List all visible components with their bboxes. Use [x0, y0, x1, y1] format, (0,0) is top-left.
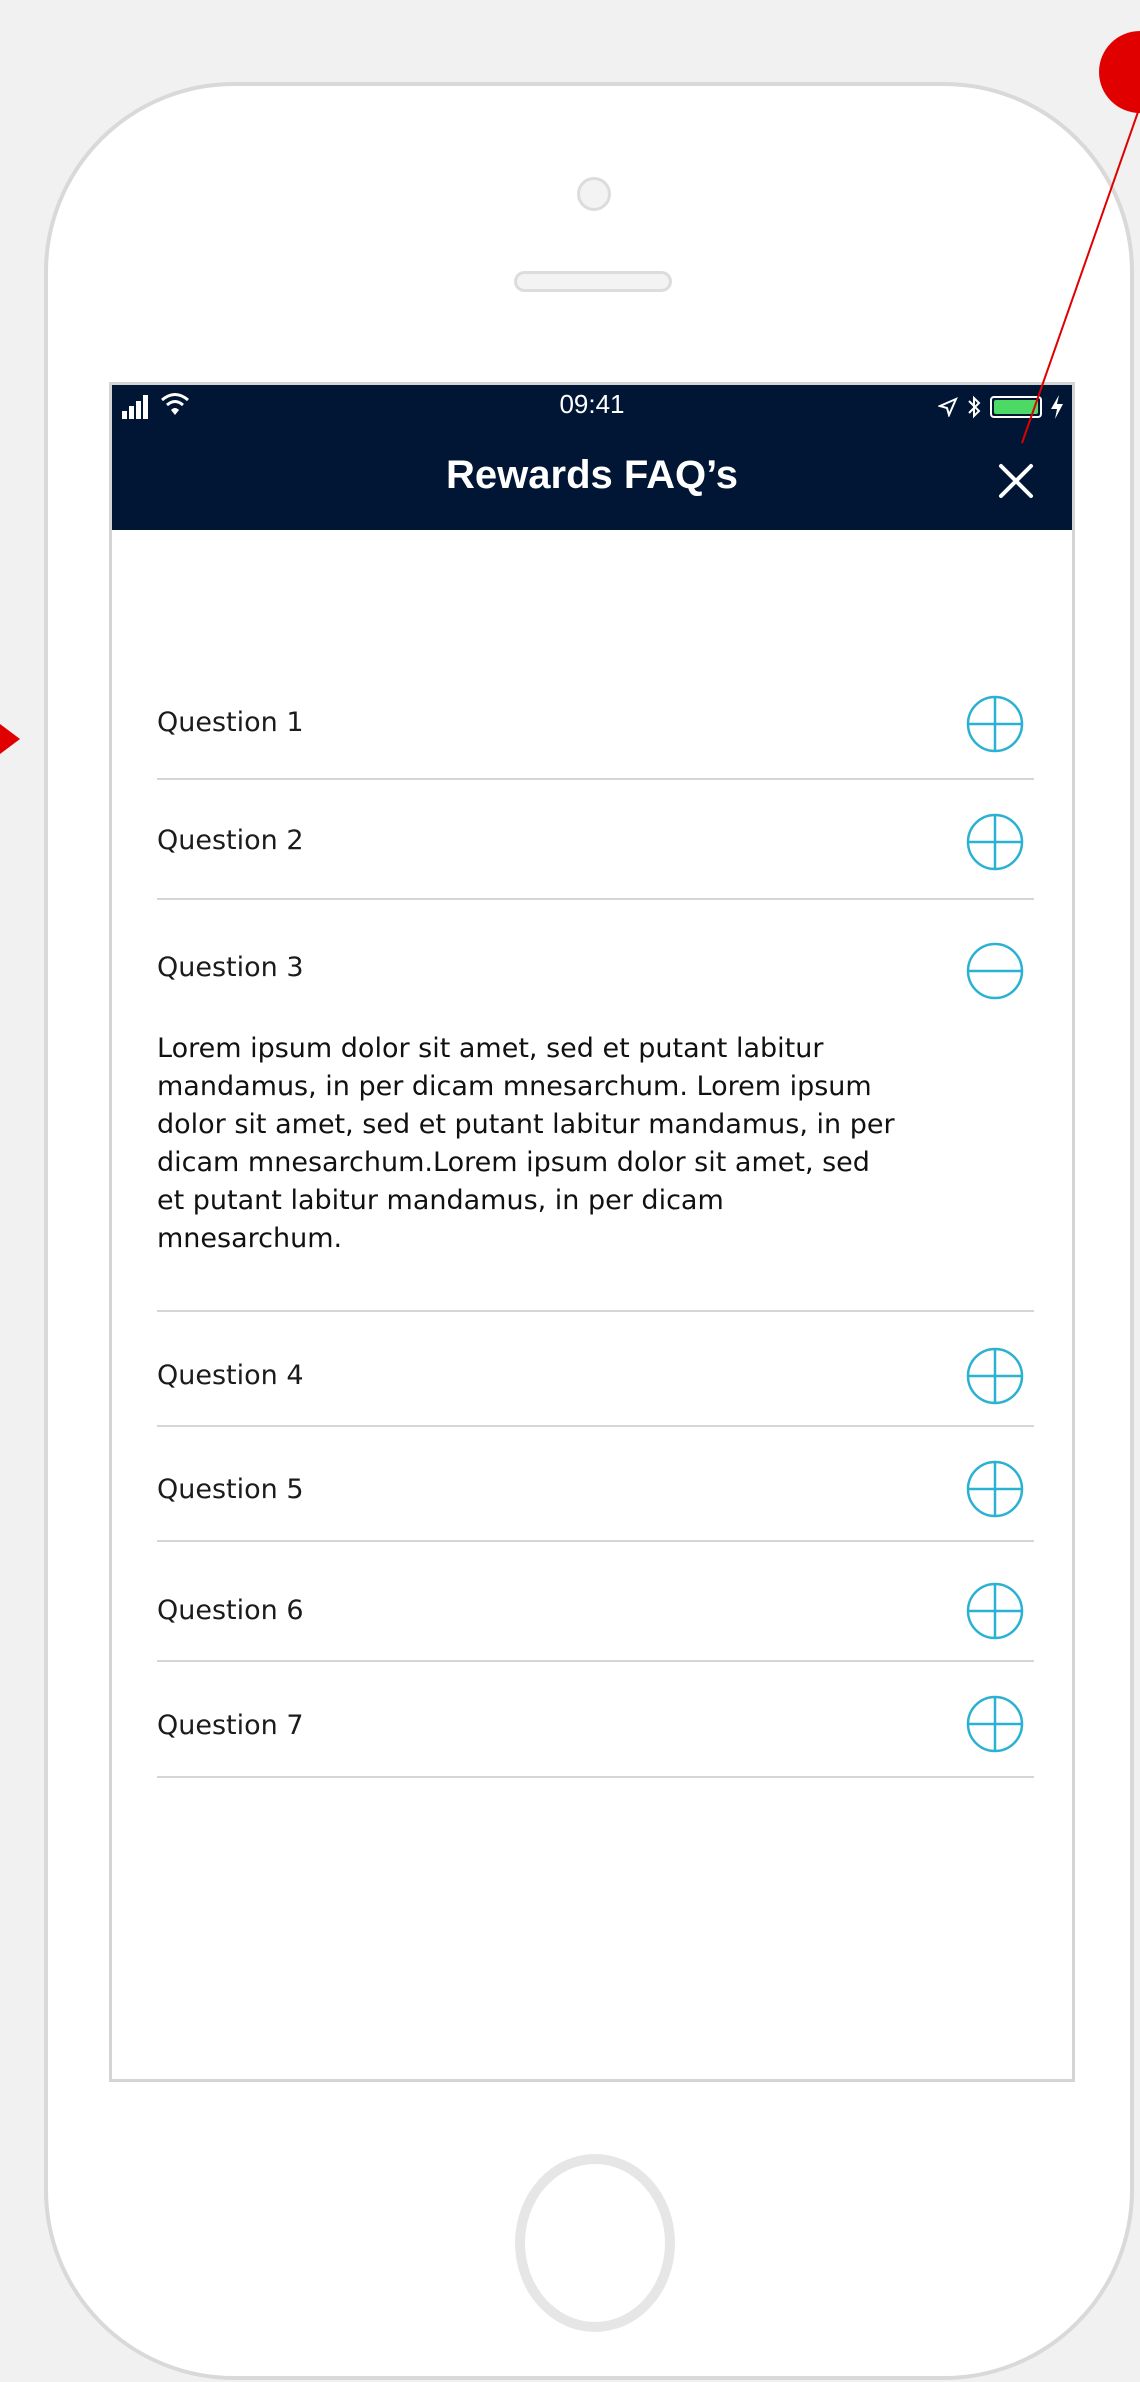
battery-icon [990, 396, 1042, 418]
faq-item-1[interactable]: Question 1 [157, 530, 1034, 780]
app-screen: 09:41 Rewards FAQ’s Question 1 Question … [109, 382, 1075, 2082]
location-arrow-icon [938, 397, 958, 417]
plus-circle-icon[interactable] [966, 813, 1024, 871]
faq-item-4[interactable]: Question 4 [157, 1312, 1034, 1427]
plus-circle-icon[interactable] [966, 1582, 1024, 1640]
plus-circle-icon[interactable] [966, 1460, 1024, 1518]
faq-item-2[interactable]: Question 2 [157, 780, 1034, 900]
plus-circle-icon[interactable] [966, 1347, 1024, 1405]
bluetooth-icon [968, 395, 981, 419]
faq-item-6[interactable]: Question 6 [157, 1542, 1034, 1662]
annotation-arrow-head [0, 724, 20, 754]
close-icon[interactable] [996, 461, 1036, 501]
faq-item-5[interactable]: Question 5 [157, 1427, 1034, 1542]
faq-question: Question 3 [157, 952, 304, 983]
battery-level [994, 400, 1038, 414]
plus-circle-icon[interactable] [966, 695, 1024, 753]
status-time: 09:41 [559, 389, 625, 419]
camera-icon [577, 177, 611, 211]
page-title: Rewards FAQ’s [446, 453, 738, 497]
charging-bolt-icon [1051, 395, 1063, 419]
navigation-bar: 09:41 Rewards FAQ’s [112, 385, 1072, 530]
faq-item-3[interactable]: Question 3 Lorem ipsum dolor sit amet, s… [157, 900, 1034, 1312]
home-button[interactable] [515, 2154, 675, 2332]
speaker-grille [514, 271, 672, 292]
faq-question: Question 1 [157, 707, 304, 738]
faq-question: Question 6 [157, 1595, 304, 1626]
minus-circle-icon[interactable] [966, 942, 1024, 1000]
faq-answer: Lorem ipsum dolor sit amet, sed et putan… [157, 1033, 895, 1254]
plus-circle-icon[interactable] [966, 1695, 1024, 1753]
faq-question: Question 4 [157, 1360, 304, 1391]
faq-question: Question 5 [157, 1474, 304, 1505]
faq-item-7[interactable]: Question 7 [157, 1662, 1034, 1778]
annotation-marker-dot [1099, 31, 1140, 113]
status-bar: 09:41 [112, 385, 1072, 429]
faq-question: Question 2 [157, 825, 304, 856]
status-indicators [938, 391, 1064, 423]
faq-list: Question 1 Question 2 Question 3 Lorem i… [157, 530, 1034, 1778]
faq-question: Question 7 [157, 1710, 304, 1741]
